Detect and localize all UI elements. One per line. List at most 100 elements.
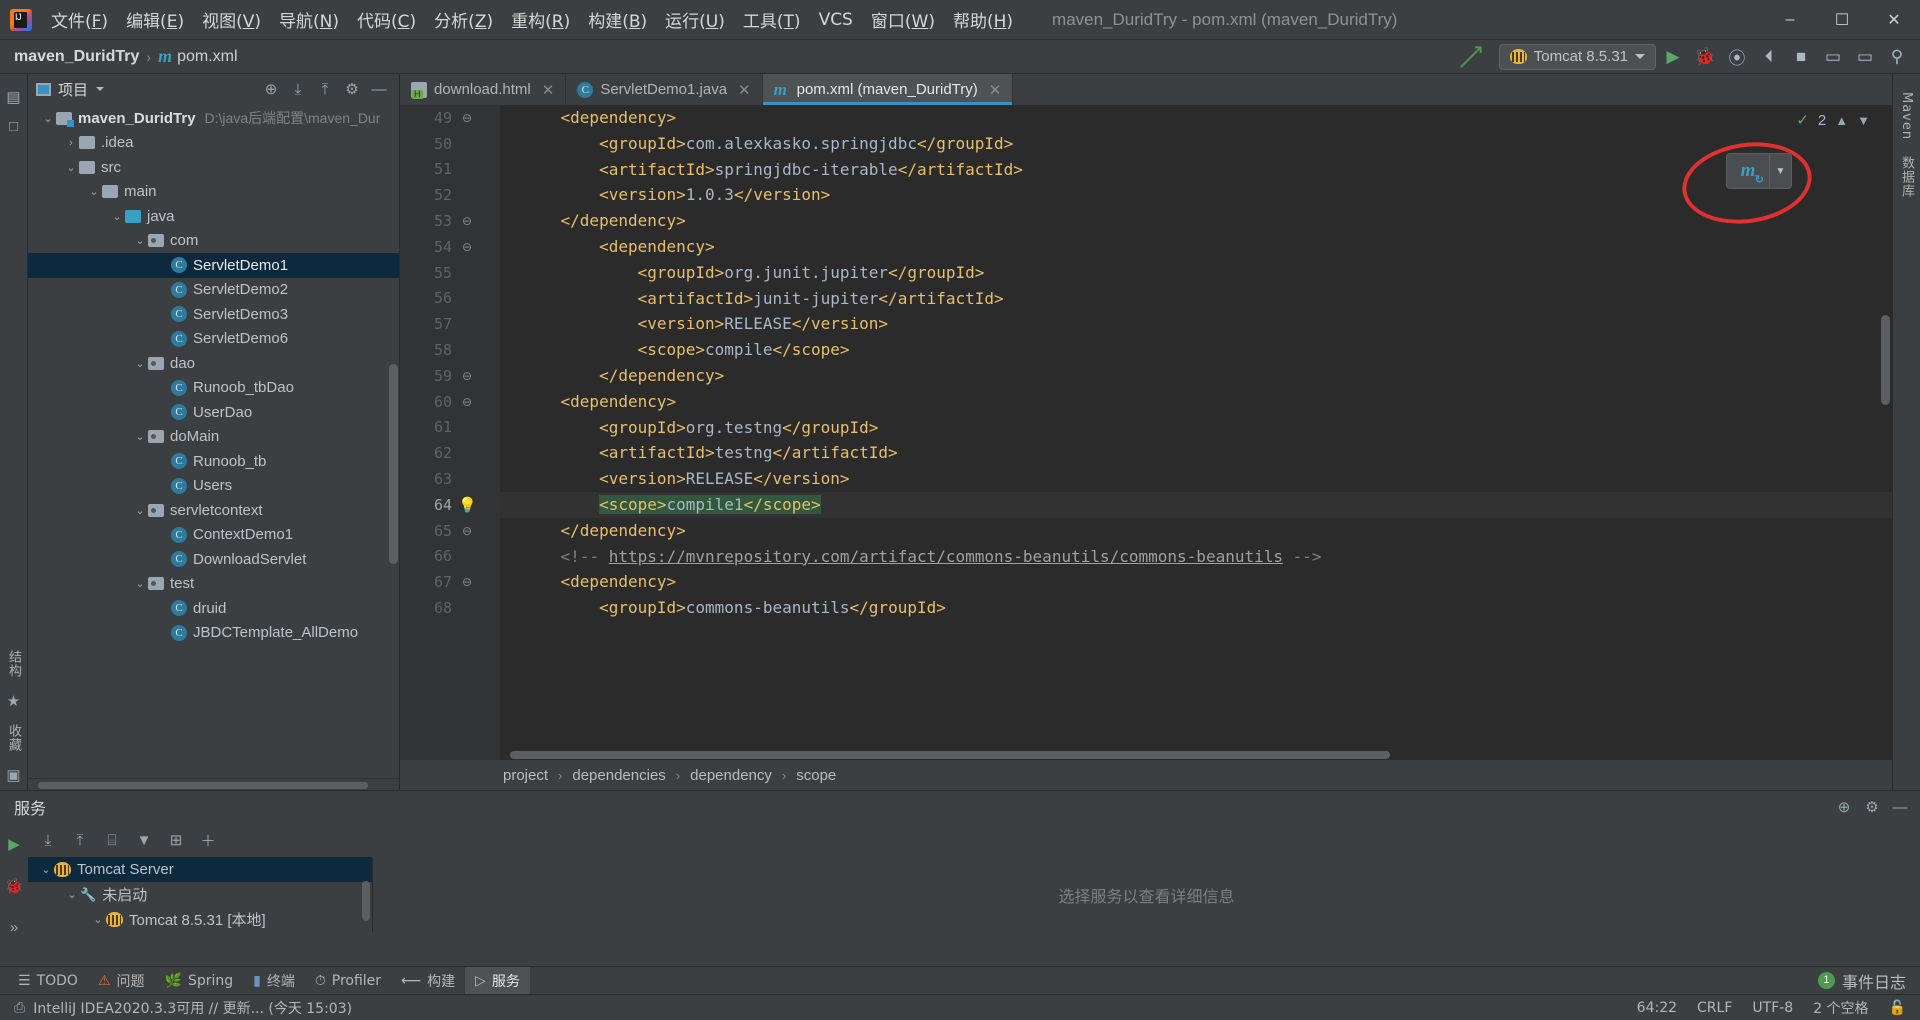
code-line[interactable]: <artifactId>junit-jupiter</artifactId> [500,286,1892,312]
caret-position[interactable]: 64:22 [1637,1000,1677,1016]
tree-expand-arrow-icon[interactable]: ⌄ [132,577,148,590]
menu-item-11[interactable]: 窗口(W) [862,3,944,36]
project-tree-hscrollbar[interactable] [28,778,399,790]
menu-item-9[interactable]: 工具(T) [734,3,810,36]
layout-button[interactable]: ▭ [1850,43,1880,71]
maven-reload-floating-button[interactable]: m ▼ [1726,153,1792,189]
code-line[interactable]: <version>RELEASE</version> [500,466,1892,492]
gutter-line[interactable]: 49⊖ [400,105,500,131]
code-fold-icon[interactable]: ⊖ [458,369,476,383]
collapse-all-icon[interactable]: ⤒ [66,827,94,853]
inspection-widget[interactable]: ✓ 2 ▲ ▼ [1796,111,1870,129]
file-encoding[interactable]: UTF-8 [1752,1000,1793,1016]
run-with-coverage-button[interactable]: ⦿ [1722,43,1752,71]
code-line[interactable]: <version>RELEASE</version> [500,311,1892,337]
select-opened-file-icon[interactable]: ⊕ [259,78,283,100]
bottom-tool-window-5[interactable]: ⟵构建 [391,967,465,995]
code-line[interactable]: <artifactId>springjdbc-iterable</artifac… [500,157,1892,183]
gutter-line[interactable]: 59⊖ [400,363,500,389]
add-service-icon[interactable]: ＋ [194,827,222,853]
expand-all-icon[interactable]: ⤓ [34,827,62,853]
project-tree-row[interactable]: ⌄maven_DuridTryD:\java后端配置\maven_Dur [28,106,399,131]
services-tree-row[interactable]: ⌄Tomcat 8.5.31 [本地] [28,907,372,932]
close-icon[interactable]: ✕ [738,81,751,99]
code-editor[interactable]: <dependency> <groupId>com.alexkasko.spri… [500,105,1892,760]
editor-breadcrumb-item[interactable]: project [500,767,551,784]
code-line[interactable]: <dependency> [500,234,1892,260]
project-tree-row[interactable]: ›.idea [28,131,399,156]
tree-expand-arrow-icon[interactable]: ⌄ [40,112,56,125]
settings-gear-icon[interactable]: ⚙ [340,78,364,100]
gutter-line[interactable]: 66 [400,544,500,570]
project-tree-row[interactable]: CServletDemo6 [28,327,399,352]
project-tree-row[interactable]: Cdruid [28,596,399,621]
gutter-line[interactable]: 56 [400,286,500,312]
services-tree-row[interactable]: ⌄Tomcat Server [28,857,372,882]
project-tree-row[interactable]: CRunoob_tb [28,449,399,474]
code-line[interactable]: <dependency> [500,569,1892,595]
menu-item-10[interactable]: VCS [810,6,862,34]
code-line[interactable]: </dependency> [500,208,1892,234]
expand-all-icon[interactable]: ⤓ [286,78,310,100]
project-tree-row[interactable]: CUsers [28,474,399,499]
gutter-line[interactable]: 68 [400,595,500,621]
code-fold-icon[interactable]: ⊖ [458,240,476,254]
menu-item-5[interactable]: 分析(Z) [425,3,502,36]
profile-button[interactable]: ⏴ [1754,43,1784,71]
gutter-line[interactable]: 52 [400,182,500,208]
code-line[interactable]: </dependency> [500,518,1892,544]
services-tree-scrollbar[interactable] [362,881,370,921]
services-tree-row[interactable]: ⌄🔧未启动 [28,882,372,907]
tree-expand-arrow-icon[interactable]: ⌄ [132,234,148,247]
code-fold-icon[interactable]: ⊖ [458,575,476,589]
tree-expand-arrow-icon[interactable]: › [63,137,79,149]
bottom-tool-window-1[interactable]: ⚠问题 [88,967,155,995]
code-line[interactable]: </dependency> [500,363,1892,389]
chevron-down-icon[interactable]: ▼ [1857,113,1870,128]
gutter-line[interactable]: 65⊖ [400,518,500,544]
maximize-icon[interactable]: ☐ [1816,0,1868,40]
minimize-icon[interactable]: – [1764,0,1816,40]
breadcrumb-project[interactable]: maven_DuridTry [14,48,139,66]
gutter-line[interactable]: 64💡 [400,492,500,518]
project-tree-row[interactable]: ⌄doMain [28,425,399,450]
code-fold-icon[interactable]: ⊖ [458,111,476,125]
run-service-icon[interactable]: ▶ [8,829,20,859]
editor-breadcrumb-item[interactable]: dependencies [569,767,668,784]
chevron-down-icon[interactable] [96,87,104,95]
tree-expand-arrow-icon[interactable]: ⌄ [132,357,148,370]
gutter-line[interactable]: 61 [400,415,500,441]
code-line[interactable]: <dependency> [500,105,1892,131]
hide-panel-icon[interactable]: — [1888,796,1912,818]
code-line[interactable]: <groupId>org.junit.jupiter</groupId> [500,260,1892,286]
tool-window-favorites[interactable]: 收藏 [0,716,28,760]
bottom-tool-window-0[interactable]: ☰TODO [8,967,88,995]
commit-icon[interactable]: □ [9,112,18,141]
status-message[interactable]: IntelliJ IDEA2020.3.3可用 // 更新... (今天 15:… [33,998,352,1018]
code-fold-icon[interactable]: ⊖ [458,524,476,538]
bottom-tool-window-3[interactable]: ▮终端 [243,967,305,995]
menu-item-3[interactable]: 导航(N) [270,3,348,36]
code-line[interactable]: <scope>compile1</scope> [500,492,1892,518]
menu-item-0[interactable]: 文件(F) [42,3,117,36]
search-everywhere-button[interactable]: ⚲ [1882,43,1912,71]
editor-tab-1[interactable]: CServletDemo1.java✕ [566,74,762,105]
editor-breadcrumb-item[interactable]: dependency [687,767,775,784]
settings-target-icon[interactable]: ⊕ [1832,796,1856,818]
tool-window-maven[interactable]: Maven [1894,84,1919,148]
gutter-line[interactable]: 57 [400,311,500,337]
favorites-star-icon[interactable]: ★ [7,686,20,716]
more-icon[interactable]: ▣ [6,760,20,790]
line-separator[interactable]: CRLF [1697,1000,1732,1016]
code-line[interactable]: <scope>compile</scope> [500,337,1892,363]
gutter-line[interactable]: 53⊖ [400,208,500,234]
menu-item-8[interactable]: 运行(U) [656,3,734,36]
gutter-line[interactable]: 60⊖ [400,389,500,415]
close-icon[interactable]: ✕ [542,81,555,99]
menu-item-2[interactable]: 视图(V) [193,3,270,36]
tree-expand-arrow-icon[interactable]: ⌄ [64,888,80,901]
menu-item-1[interactable]: 编辑(E) [117,3,193,36]
project-tree-row[interactable]: CServletDemo1 [28,253,399,278]
project-tree-row[interactable]: ⌄java [28,204,399,229]
code-fold-icon[interactable]: ⊖ [458,395,476,409]
